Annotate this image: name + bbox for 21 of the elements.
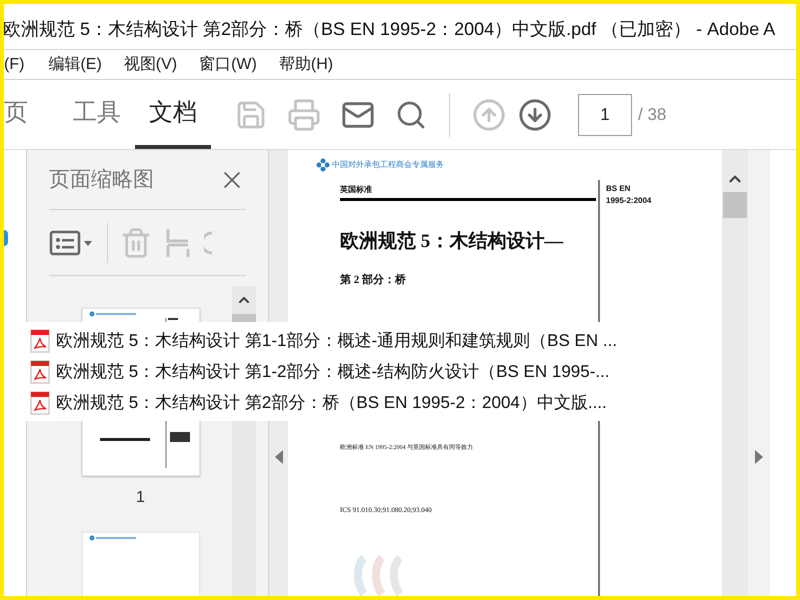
page-number-label: 1 bbox=[136, 488, 145, 508]
file-list-item[interactable]: 欧洲规范 5：木结构设计 第1-1部分：概述-通用规则和建筑规则（BS EN ... bbox=[26, 325, 666, 356]
standard-code: BS EN bbox=[606, 183, 632, 195]
menu-item[interactable]: 帮助(H) bbox=[278, 52, 356, 76]
menu-item[interactable]: 编辑(E) bbox=[48, 52, 124, 76]
page-header: 中国对外承包工程商会专属服务 bbox=[332, 159, 444, 171]
standard-label: 英国标准 bbox=[340, 184, 372, 196]
page-count: / 38 bbox=[638, 104, 666, 126]
toolbar-tab[interactable]: 工具 bbox=[59, 80, 135, 149]
file-list-item[interactable]: 欧洲规范 5：木结构设计 第2部分：桥（BS EN 1995-2：2004）中文版.... bbox=[26, 387, 666, 418]
menu-item[interactable]: 视图(V) bbox=[124, 52, 200, 76]
file-list-item[interactable]: 欧洲规范 5：木结构设计 第1-2部分：概述-结构防火设计（BS EN 1995-... bbox=[26, 356, 666, 387]
document-part: 第 2 部分：桥 bbox=[340, 272, 406, 288]
toolbar-tab[interactable]: 页 bbox=[4, 80, 59, 149]
document-title: 欧洲规范 5：木结构设计— bbox=[340, 230, 564, 254]
window-title: 欧洲规范 5：木结构设计 第2部分：桥（BS EN 1995-2：2004）中文版.pdf （已加密） - Adobe A bbox=[4, 18, 776, 41]
panel-title: 页面缩略图 bbox=[49, 166, 154, 193]
menu-item[interactable]: 窗口(W) bbox=[199, 52, 279, 76]
standard-number: 1995-2:2004 bbox=[606, 195, 652, 207]
menu-item[interactable]: (F) bbox=[4, 52, 48, 76]
page-number-field[interactable]: 1 bbox=[578, 94, 632, 136]
